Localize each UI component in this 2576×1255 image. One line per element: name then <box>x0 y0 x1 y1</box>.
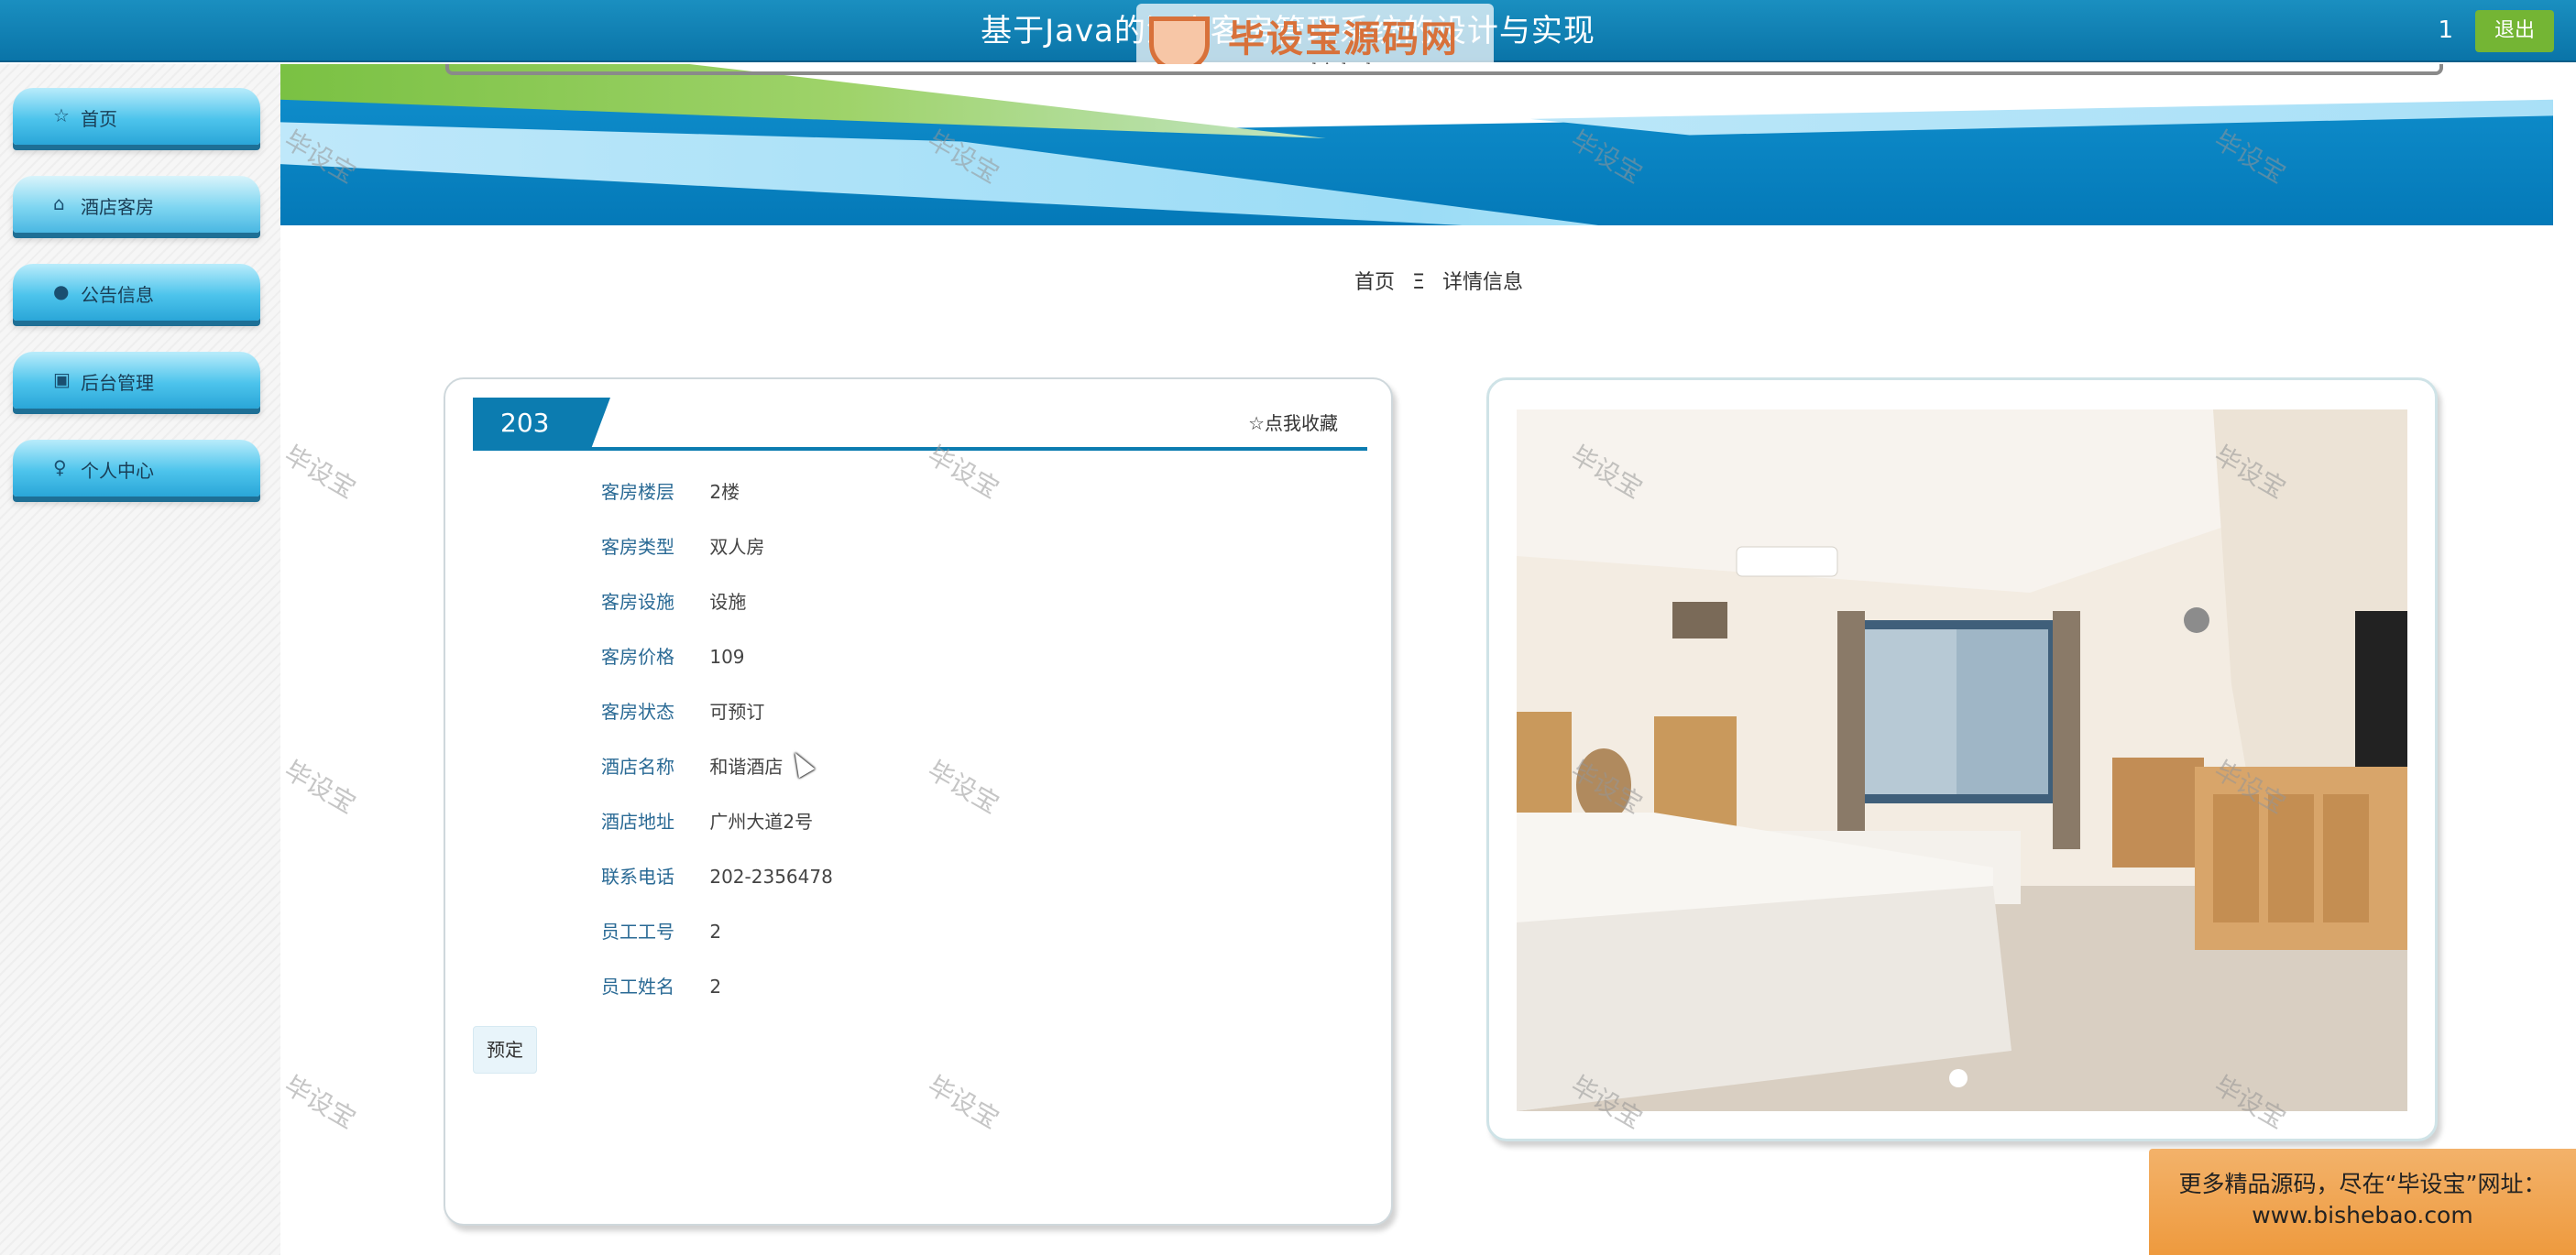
sidebar-item-announcements[interactable]: ● 公告信息 <box>13 264 260 321</box>
favorite-button[interactable]: ☆点我收藏 <box>1248 409 1338 435</box>
star-icon: ☆ <box>53 104 70 126</box>
promo-line-1: 更多精品源码，尽在“毕设宝”网址： <box>2178 1171 2547 1197</box>
field-row: 员工工号 2 <box>601 918 721 945</box>
field-label: 酒店地址 <box>601 811 674 833</box>
field-row: 客房设施 设施 <box>601 588 746 616</box>
field-value: 双人房 <box>709 536 765 558</box>
field-value: 2 <box>709 976 722 998</box>
breadcrumb-separator: Ξ <box>1412 271 1425 294</box>
breadcrumb: 首页 Ξ 详情信息 <box>1283 266 1595 299</box>
watermark-text: 毕设宝 <box>279 755 361 820</box>
field-label: 酒店名称 <box>601 756 674 778</box>
sidebar-item-label: 酒店客房 <box>81 196 154 218</box>
field-row: 酒店地址 广州大道2号 <box>601 808 813 835</box>
sidebar-item-label: 后台管理 <box>81 372 154 394</box>
field-label: 客房状态 <box>601 701 674 723</box>
room-image-card <box>1486 377 2438 1141</box>
breadcrumb-current: 详情信息 <box>1441 271 1523 294</box>
field-row: 客房楼层 2楼 <box>601 478 740 506</box>
watermark-text: 毕设宝 <box>279 1070 361 1135</box>
field-row: 客房价格 109 <box>601 643 745 671</box>
promo-banner[interactable]: 更多精品源码，尽在“毕设宝”网址： www.bishebao.com <box>2149 1149 2576 1255</box>
username-label: 1 <box>2438 16 2453 44</box>
field-value: 109 <box>709 646 745 668</box>
field-label: 客房楼层 <box>601 481 674 503</box>
briefcase-icon: ▣ <box>53 368 71 390</box>
sidebar-item-profile[interactable]: ♀ 个人中心 <box>13 440 260 497</box>
carousel-dot[interactable] <box>1949 1069 1968 1087</box>
room-detail-card: 203 ☆点我收藏 客房楼层 2楼 客房类型 双人房 客房设施 设施 客房价格 … <box>444 377 1393 1226</box>
breadcrumb-home[interactable]: 首页 <box>1354 271 1395 294</box>
watermark-logo-name: 毕设宝源码网 <box>1228 18 1459 60</box>
sidebar-item-label: 首页 <box>81 108 117 130</box>
right-gutter <box>2553 64 2576 1255</box>
sidebar: ☆ 首页 ⌂ 酒店客房 ● 公告信息 ▣ 后台管理 ♀ 个人中心 <box>0 64 280 1255</box>
person-icon: ♀ <box>53 456 67 478</box>
book-button[interactable]: 预定 <box>473 1026 537 1074</box>
banner <box>280 64 2553 225</box>
promo-line-2: www.bishebao.com <box>2252 1202 2473 1228</box>
field-value: 可预订 <box>709 701 765 723</box>
watermark-text: 毕设宝 <box>279 440 361 505</box>
room-photo <box>1517 409 2407 1111</box>
banner-frame <box>445 64 2443 75</box>
tab-underline <box>473 447 1367 451</box>
field-value: 2楼 <box>709 481 740 503</box>
room-number-tab: 203 <box>473 398 610 449</box>
field-value: 和谐酒店 <box>709 756 784 778</box>
sidebar-item-admin[interactable]: ▣ 后台管理 <box>13 352 260 409</box>
field-label: 联系电话 <box>601 866 674 888</box>
field-label: 客房设施 <box>601 591 674 613</box>
field-row: 联系电话 202-2356478 <box>601 863 833 890</box>
field-label: 员工姓名 <box>601 976 674 998</box>
field-label: 员工工号 <box>601 921 674 943</box>
field-value: 2 <box>709 921 722 943</box>
field-value: 202-2356478 <box>709 866 833 888</box>
sidebar-item-label: 公告信息 <box>81 284 154 306</box>
alert-icon: ● <box>53 280 70 302</box>
bag-icon: ⌂ <box>53 192 65 214</box>
field-row: 客房状态 可预订 <box>601 698 764 726</box>
field-row: 客房类型 双人房 <box>601 533 764 561</box>
field-value: 广州大道2号 <box>709 811 814 833</box>
room-photo-illustration <box>1517 409 2407 1111</box>
sidebar-item-hotel-rooms[interactable]: ⌂ 酒店客房 <box>13 176 260 233</box>
field-row: 酒店名称 和谐酒店 <box>601 753 783 780</box>
sidebar-item-label: 个人中心 <box>81 460 154 482</box>
field-row: 员工姓名 2 <box>601 973 721 1000</box>
field-label: 客房类型 <box>601 536 674 558</box>
sidebar-item-home[interactable]: ☆ 首页 <box>13 88 260 145</box>
field-value: 设施 <box>709 591 747 613</box>
logout-button[interactable]: 退出 <box>2475 10 2554 52</box>
field-label: 客房价格 <box>601 646 674 668</box>
logo-cup-icon <box>1149 16 1210 71</box>
